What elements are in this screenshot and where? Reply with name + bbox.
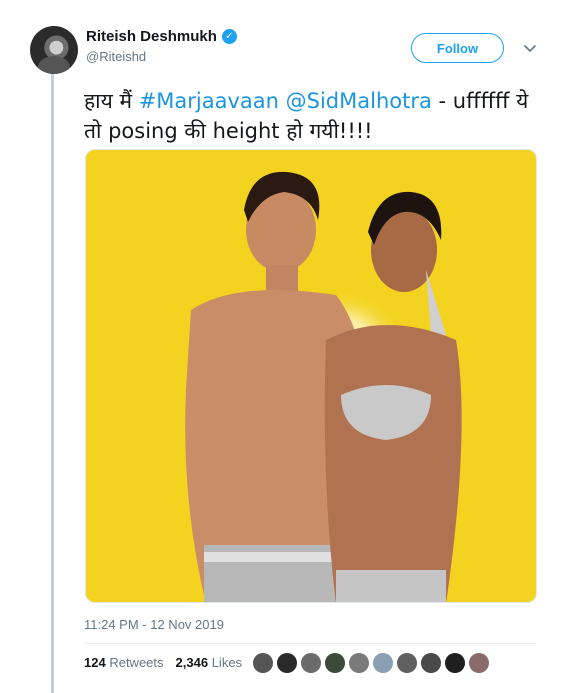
liker-avatar[interactable] bbox=[301, 653, 321, 673]
hashtag-link[interactable]: #Marjaavaan bbox=[139, 89, 279, 113]
likes-stat[interactable]: 2,346 Likes bbox=[176, 655, 243, 670]
retweets-count: 124 bbox=[84, 655, 106, 670]
liker-avatar[interactable] bbox=[277, 653, 297, 673]
tweet-stats: 124 Retweets 2,346 Likes bbox=[84, 655, 242, 670]
tweet-media-image[interactable] bbox=[85, 149, 537, 603]
liker-avatar[interactable] bbox=[325, 653, 345, 673]
likes-label: Likes bbox=[211, 655, 243, 670]
thread-line bbox=[51, 74, 54, 693]
tweet-text: हाय मैं #Marjaavaan @SidMalhotra - uffff… bbox=[84, 86, 544, 146]
liker-avatar[interactable] bbox=[373, 653, 393, 673]
avatar[interactable] bbox=[30, 26, 78, 74]
tweet-timestamp[interactable]: 11:24 PM - 12 Nov 2019 bbox=[84, 617, 224, 632]
tweet-text-prefix: हाय मैं bbox=[84, 89, 139, 113]
divider bbox=[84, 643, 536, 644]
chevron-down-icon[interactable] bbox=[522, 40, 538, 56]
mention-link[interactable]: @SidMalhotra bbox=[286, 89, 432, 113]
display-name[interactable]: Riteish Deshmukh bbox=[86, 28, 217, 45]
liker-avatar[interactable] bbox=[445, 653, 465, 673]
retweets-label: Retweets bbox=[109, 655, 164, 670]
liker-avatar[interactable] bbox=[349, 653, 369, 673]
follow-button[interactable]: Follow bbox=[411, 33, 504, 63]
liker-avatar[interactable] bbox=[397, 653, 417, 673]
media-illustration bbox=[86, 150, 536, 602]
liker-avatar[interactable] bbox=[421, 653, 441, 673]
liker-avatar[interactable] bbox=[253, 653, 273, 673]
liker-avatar[interactable] bbox=[469, 653, 489, 673]
retweets-stat[interactable]: 124 Retweets bbox=[84, 655, 164, 670]
handle[interactable]: @Riteishd bbox=[86, 49, 237, 64]
likes-count: 2,346 bbox=[175, 655, 209, 670]
verified-badge-icon: ✓ bbox=[221, 29, 237, 44]
likers-avatars bbox=[253, 653, 489, 673]
author-block[interactable]: Riteish Deshmukh ✓ @Riteishd bbox=[86, 28, 237, 64]
